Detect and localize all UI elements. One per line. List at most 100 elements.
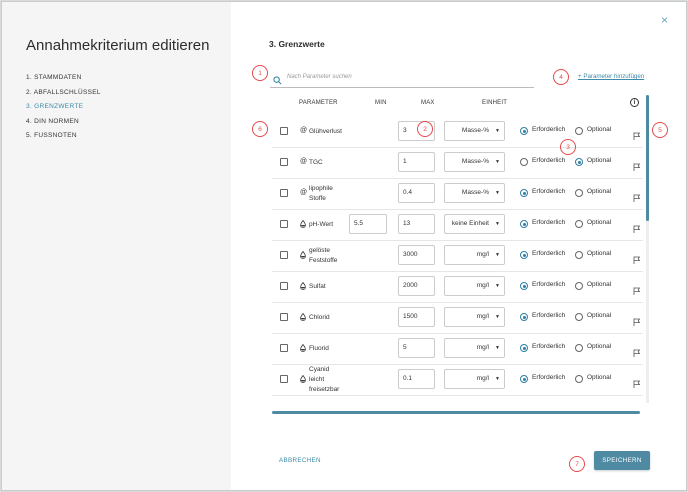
horizontal-scrollbar[interactable] xyxy=(272,411,640,414)
min-input[interactable]: 5.5 xyxy=(349,214,387,234)
required-radio[interactable] xyxy=(520,344,528,352)
step-item[interactable]: 3. GRENZWERTE xyxy=(26,101,101,116)
required-radio[interactable] xyxy=(520,158,528,166)
optional-radio[interactable] xyxy=(575,127,583,135)
row-checkbox[interactable] xyxy=(280,189,288,197)
dropdown-arrow-icon: ▼ xyxy=(495,128,500,134)
parameter-name: Glühverlust xyxy=(309,127,359,137)
add-parameter-link[interactable]: + Parameter hinzufügen xyxy=(578,73,644,80)
required-label: Erforderlich xyxy=(532,312,566,319)
optional-radio[interactable] xyxy=(575,220,583,228)
unit-select[interactable]: Masse-% ▼ xyxy=(444,121,505,141)
unit-select[interactable]: keine Einheit ▼ xyxy=(444,214,505,234)
row-checkbox[interactable] xyxy=(280,251,288,259)
step-item[interactable]: 5. FUSSNOTEN xyxy=(26,130,101,145)
row-checkbox[interactable] xyxy=(280,344,288,352)
parameter-name: Cyanid leicht freisetzbar xyxy=(309,365,359,395)
max-input[interactable]: 0.1 xyxy=(398,369,435,389)
flag-icon[interactable] xyxy=(633,127,641,145)
max-input[interactable]: 5 xyxy=(398,338,435,358)
step-item[interactable]: 2. ABFALLSCHLÜSSEL xyxy=(26,87,101,102)
edit-dialog: Annahmekriterium editieren 1. STAMMDATEN… xyxy=(1,1,687,491)
unit-select[interactable]: mg/l ▼ xyxy=(444,245,505,265)
row-checkbox[interactable] xyxy=(280,220,288,228)
dropdown-arrow-icon: ▼ xyxy=(495,190,500,196)
unit-select[interactable]: Masse-% ▼ xyxy=(444,183,505,203)
optional-radio[interactable] xyxy=(575,158,583,166)
cancel-button[interactable]: ABBRECHEN xyxy=(279,457,321,464)
required-radio[interactable] xyxy=(520,282,528,290)
flag-icon[interactable] xyxy=(633,313,641,331)
parameter-name: Fluorid xyxy=(309,344,359,354)
table-row: @ lipophile Stoffe 0.4 Masse-% ▼ Erforderlich O… xyxy=(272,178,643,210)
optional-radio[interactable] xyxy=(575,251,583,259)
dropdown-arrow-icon: ▼ xyxy=(495,159,500,165)
required-radio[interactable] xyxy=(520,313,528,321)
parameter-name: gelöste Feststoffe xyxy=(309,246,359,266)
dropdown-arrow-icon: ▼ xyxy=(495,376,500,382)
parameter-table: @ Glühverlust 3 Masse-% ▼ Erforderlich Optiona… xyxy=(272,116,643,406)
unit-select[interactable]: Masse-% ▼ xyxy=(444,152,505,172)
optional-radio[interactable] xyxy=(575,313,583,321)
unit-select[interactable]: mg/l ▼ xyxy=(444,338,505,358)
close-icon[interactable]: × xyxy=(661,13,668,27)
at-icon: @ xyxy=(300,158,308,165)
flag-icon[interactable] xyxy=(633,220,641,238)
row-checkbox[interactable] xyxy=(280,127,288,135)
optional-label: Optional xyxy=(587,219,612,226)
parameter-name-line: lipophile xyxy=(309,185,333,192)
flag-icon[interactable] xyxy=(633,282,641,300)
info-icon[interactable]: i xyxy=(630,98,639,107)
step-item[interactable]: 4. DIN NORMEN xyxy=(26,116,101,131)
flag-icon[interactable] xyxy=(633,158,641,176)
required-label: Erforderlich xyxy=(532,250,566,257)
annotation-marker-6: 6 xyxy=(252,121,268,137)
row-checkbox[interactable] xyxy=(280,313,288,321)
save-button[interactable]: SPEICHERN xyxy=(594,451,650,470)
flag-icon[interactable] xyxy=(633,344,641,362)
step-list: 1. STAMMDATEN 2. ABFALLSCHLÜSSEL 3. GRENZW… xyxy=(26,72,101,145)
required-radio[interactable] xyxy=(520,375,528,383)
section-title: 3. Grenzwerte xyxy=(269,39,325,49)
step-item[interactable]: 1. STAMMDATEN xyxy=(26,72,101,87)
flag-icon[interactable] xyxy=(633,189,641,207)
required-radio[interactable] xyxy=(520,127,528,135)
vertical-scrollbar[interactable] xyxy=(646,95,649,221)
table-row: pH-Wert 5.5 13 keine Einheit ▼ Erforderlich Op… xyxy=(272,209,643,241)
unit-value: mg/l xyxy=(476,251,489,258)
annotation-marker-7: 7 xyxy=(569,456,585,472)
max-input[interactable]: 1 xyxy=(398,152,435,172)
optional-label: Optional xyxy=(587,281,612,288)
max-input[interactable]: 0.4 xyxy=(398,183,435,203)
max-input[interactable]: 13 xyxy=(398,214,435,234)
unit-value: mg/l xyxy=(476,375,489,382)
drop-icon xyxy=(300,374,306,386)
flag-icon[interactable] xyxy=(633,251,641,269)
row-checkbox[interactable] xyxy=(280,375,288,383)
max-input[interactable]: 1500 xyxy=(398,307,435,327)
parameter-name-line: leicht xyxy=(309,376,325,383)
row-checkbox[interactable] xyxy=(280,282,288,290)
required-label: Erforderlich xyxy=(532,374,566,381)
unit-select[interactable]: mg/l ▼ xyxy=(444,369,505,389)
flag-icon[interactable] xyxy=(633,375,641,393)
max-input[interactable]: 2000 xyxy=(398,276,435,296)
optional-radio[interactable] xyxy=(575,375,583,383)
required-radio[interactable] xyxy=(520,220,528,228)
required-label: Erforderlich xyxy=(532,157,566,164)
unit-select[interactable]: mg/l ▼ xyxy=(444,276,505,296)
unit-select[interactable]: mg/l ▼ xyxy=(444,307,505,327)
search-field[interactable]: Nach Parameter suchen xyxy=(270,68,534,88)
required-radio[interactable] xyxy=(520,189,528,197)
dropdown-arrow-icon: ▼ xyxy=(495,345,500,351)
optional-radio[interactable] xyxy=(575,189,583,197)
unit-value: Masse-% xyxy=(461,127,489,134)
optional-radio[interactable] xyxy=(575,344,583,352)
annotation-marker-3: 3 xyxy=(560,139,576,155)
optional-radio[interactable] xyxy=(575,282,583,290)
row-checkbox[interactable] xyxy=(280,158,288,166)
parameter-name: TGC xyxy=(309,158,359,168)
drop-icon xyxy=(300,312,306,324)
max-input[interactable]: 3000 xyxy=(398,245,435,265)
required-radio[interactable] xyxy=(520,251,528,259)
